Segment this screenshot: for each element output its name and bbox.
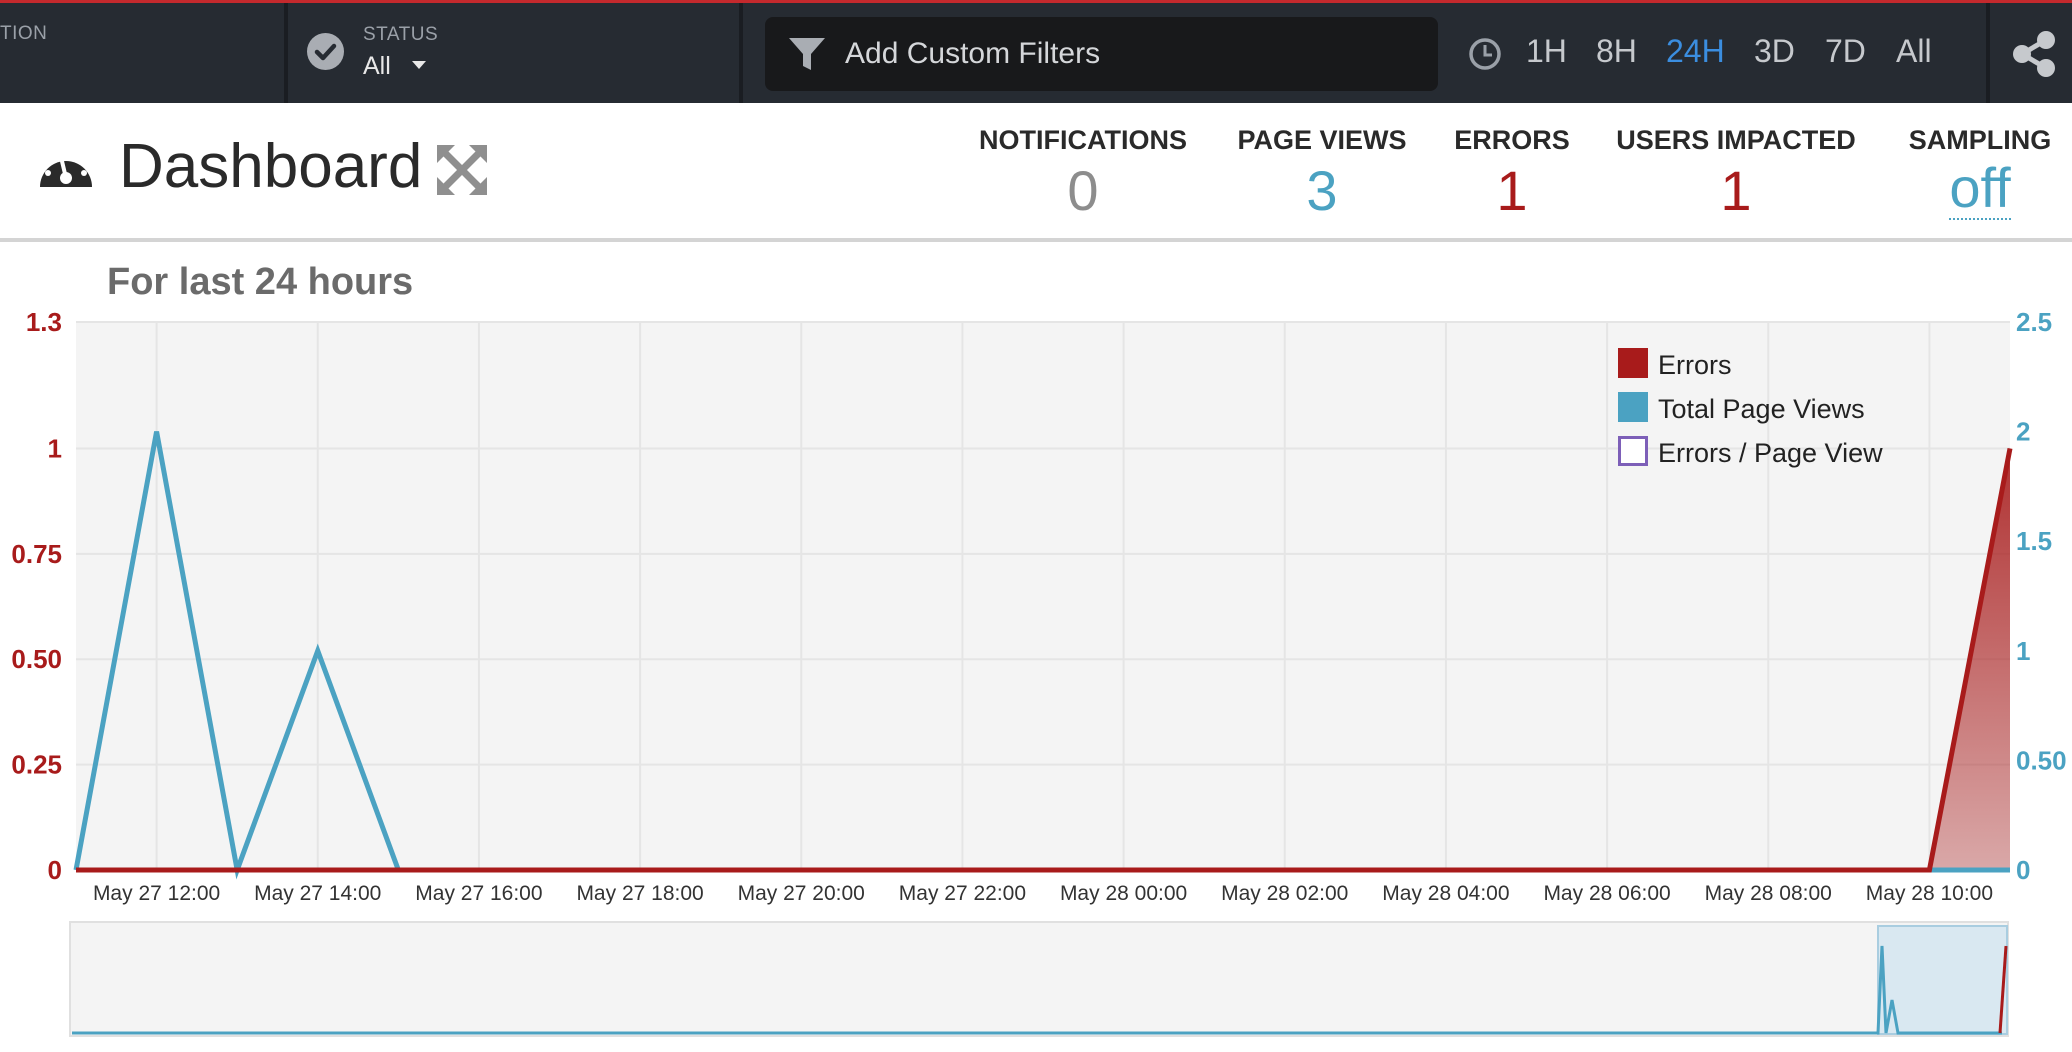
y-left-tick-label: 0 [48,855,62,885]
y-right-tick-label: 1.5 [2016,526,2052,556]
legend-swatch-errors [1618,348,1648,378]
y-right-tick-label: 1 [2016,636,2030,666]
y-left-tick-label: 0.75 [11,539,62,569]
y-left-tick-label: 1 [48,433,62,463]
legend-label-errors: Errors [1658,350,1732,380]
y-left-tick-label: 0.50 [11,644,62,674]
x-tick-label: May 27 20:00 [738,882,865,905]
x-tick-label: May 28 00:00 [1060,882,1187,905]
navigator-selection [1877,925,2008,1035]
dashboard-chart: May 27 12:00 May 27 14:00 May 27 16:00 May … [11,307,2067,1037]
x-tick-label: May 27 12:00 [93,882,220,905]
x-tick-label: May 28 02:00 [1221,882,1348,905]
x-tick-label: May 27 14:00 [254,882,381,905]
y-left-tick-label: 0.25 [11,750,62,780]
x-tick-label: May 27 16:00 [415,882,542,905]
x-tick-label: May 28 10:00 [1866,882,1993,905]
x-tick-label: May 28 04:00 [1382,882,1509,905]
legend-label-page-views: Total Page Views [1658,394,1865,424]
navigator-area [69,921,2009,1037]
y-right-tick-label: 2.5 [2016,307,2052,337]
x-tick-label: May 27 18:00 [576,882,703,905]
y-right-tick-label: 0 [2016,855,2030,885]
y-right-tick-label: 2 [2016,417,2030,447]
y-left-tick-label: 1.3 [26,307,62,337]
legend-label-errors-per-view: Errors / Page View [1658,438,1883,468]
x-tick-label: May 28 06:00 [1543,882,1670,905]
legend-swatch-page-views [1618,392,1648,422]
x-tick-label: May 27 22:00 [899,882,1026,905]
y-right-tick-label: 0.50 [2016,745,2067,775]
x-tick-label: May 28 08:00 [1705,882,1832,905]
legend-swatch-errors-per-view [1618,436,1648,466]
